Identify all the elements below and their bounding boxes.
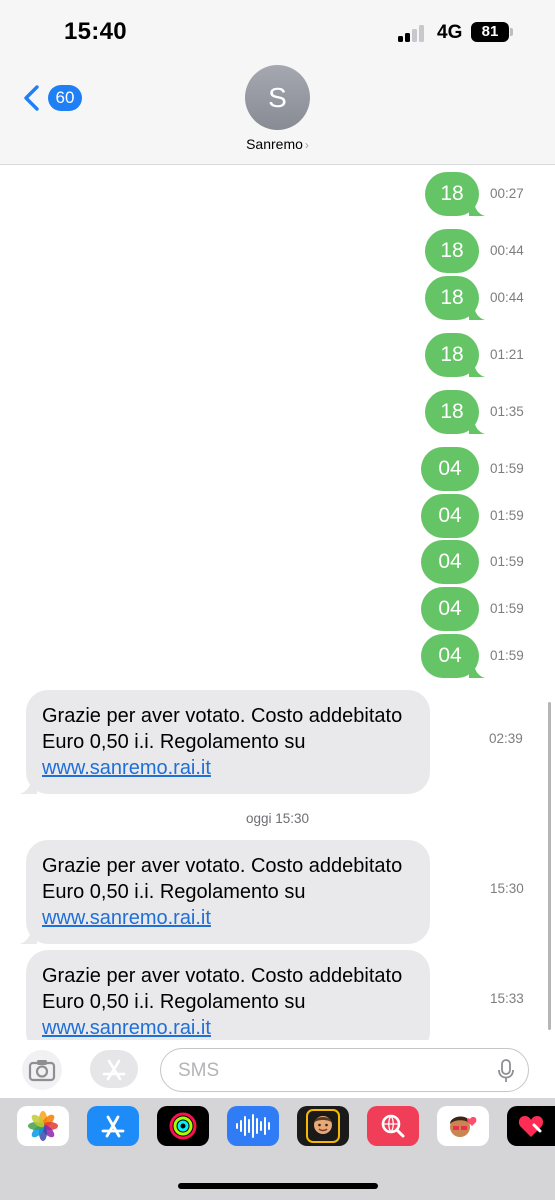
bubble-tail (469, 361, 485, 377)
digital-touch-app-button[interactable] (507, 1106, 555, 1146)
image-search-app-button[interactable] (367, 1106, 419, 1146)
message-text: 04 (421, 447, 479, 491)
message-timestamp: 01:21 (490, 347, 524, 362)
app-store-app-button[interactable] (87, 1106, 139, 1146)
network-type: 4G (437, 22, 463, 43)
received-message[interactable]: Grazie per aver votato. Costo addebitato… (19, 690, 430, 794)
message-text: 04 (421, 587, 479, 631)
sent-message[interactable]: 18 (425, 172, 485, 216)
bubble-tail (469, 200, 485, 216)
camera-button[interactable] (22, 1050, 62, 1090)
contact-name[interactable]: Sanremo › (0, 136, 555, 152)
chevron-left-icon (24, 85, 39, 111)
photos-icon (28, 1111, 58, 1141)
digital-touch-icon (518, 1116, 544, 1137)
sent-message[interactable]: 18 (425, 390, 485, 434)
battery-level: 81 (481, 23, 499, 40)
memoji-stickers-icon (450, 1116, 477, 1137)
voice-memos-app-button[interactable] (227, 1106, 279, 1146)
app-store-icon (101, 1115, 125, 1138)
message-text: 18 (425, 229, 479, 273)
sent-message[interactable]: 18 (425, 276, 485, 320)
status-time: 15:40 (64, 18, 127, 45)
unread-count-badge: 60 (48, 85, 82, 111)
sent-message[interactable]: 04 (421, 587, 479, 631)
memoji-stickers-app-button[interactable] (437, 1106, 489, 1146)
message-input[interactable]: SMS (160, 1048, 529, 1092)
voice-memos-icon (236, 1114, 270, 1138)
message-link[interactable]: www.sanremo.rai.it (42, 1017, 211, 1039)
message-text: Grazie per aver votato. Costo addebitato… (42, 965, 403, 1013)
message-timestamp: 01:59 (490, 508, 524, 523)
signal-strength-icon (398, 24, 430, 42)
battery-tip (510, 28, 513, 36)
message-text: 04 (421, 494, 479, 538)
message-link[interactable]: www.sanremo.rai.it (42, 907, 211, 929)
message-timestamp: 01:35 (490, 404, 524, 419)
battery-icon: 81 (471, 22, 509, 42)
chevron-right-icon: › (304, 138, 309, 152)
message-timestamp: 00:44 (490, 243, 524, 258)
message-link[interactable]: www.sanremo.rai.it (42, 757, 211, 779)
back-button[interactable]: 60 (20, 84, 82, 112)
message-text: 04 (421, 540, 479, 584)
message-timestamp: 01:59 (490, 648, 524, 663)
message-timestamp: 15:30 (490, 881, 524, 896)
bubble-tail (19, 928, 37, 944)
day-separator: oggi 15:30 (0, 811, 555, 826)
sent-message[interactable]: 04 (421, 494, 479, 538)
message-timestamp: 15:33 (490, 991, 524, 1006)
status-bar: 15:40 4G 81 (0, 0, 555, 62)
message-timestamp: 00:27 (490, 186, 524, 201)
sent-message[interactable]: 18 (425, 333, 485, 377)
apps-button[interactable] (90, 1050, 138, 1088)
fitness-app-button[interactable] (157, 1106, 209, 1146)
sent-message[interactable]: 04 (421, 540, 479, 584)
received-message[interactable]: Grazie per aver votato. Costo addebitato… (26, 950, 430, 1040)
bubble-tail (19, 778, 37, 794)
message-timestamp: 01:59 (490, 461, 524, 476)
message-input-placeholder: SMS (178, 1060, 220, 1081)
sent-message[interactable]: 18 (425, 229, 479, 273)
bubble-tail (469, 304, 485, 320)
received-message[interactable]: Grazie per aver votato. Costo addebitato… (19, 840, 430, 944)
message-timestamp: 02:39 (489, 731, 523, 746)
microphone-icon[interactable] (496, 1058, 516, 1084)
message-text: Grazie per aver votato. Costo addebitato… (42, 855, 403, 903)
photos-app-button[interactable] (17, 1106, 69, 1146)
day-time: 15:30 (275, 811, 310, 826)
scrollbar[interactable] (548, 702, 551, 1030)
sent-message[interactable]: 04 (421, 447, 479, 491)
message-timestamp: 01:59 (490, 554, 524, 569)
camera-icon (28, 1060, 56, 1082)
app-store-icon (102, 1059, 126, 1081)
message-text: Grazie per aver votato. Costo addebitato… (42, 705, 403, 753)
memoji-icon (306, 1109, 340, 1143)
sent-message[interactable]: 04 (421, 634, 485, 678)
day-label: oggi (245, 811, 272, 826)
memoji-app-button[interactable] (297, 1106, 349, 1146)
contact-avatar[interactable]: S (245, 65, 310, 130)
home-indicator[interactable] (178, 1183, 378, 1189)
message-timestamp: 00:44 (490, 290, 524, 305)
image-search-icon (381, 1114, 405, 1138)
message-timestamp: 01:59 (490, 601, 524, 616)
bubble-tail (469, 418, 485, 434)
fitness-icon (169, 1112, 197, 1140)
bubble-tail (469, 662, 485, 678)
contact-name-label: Sanremo (246, 136, 303, 152)
